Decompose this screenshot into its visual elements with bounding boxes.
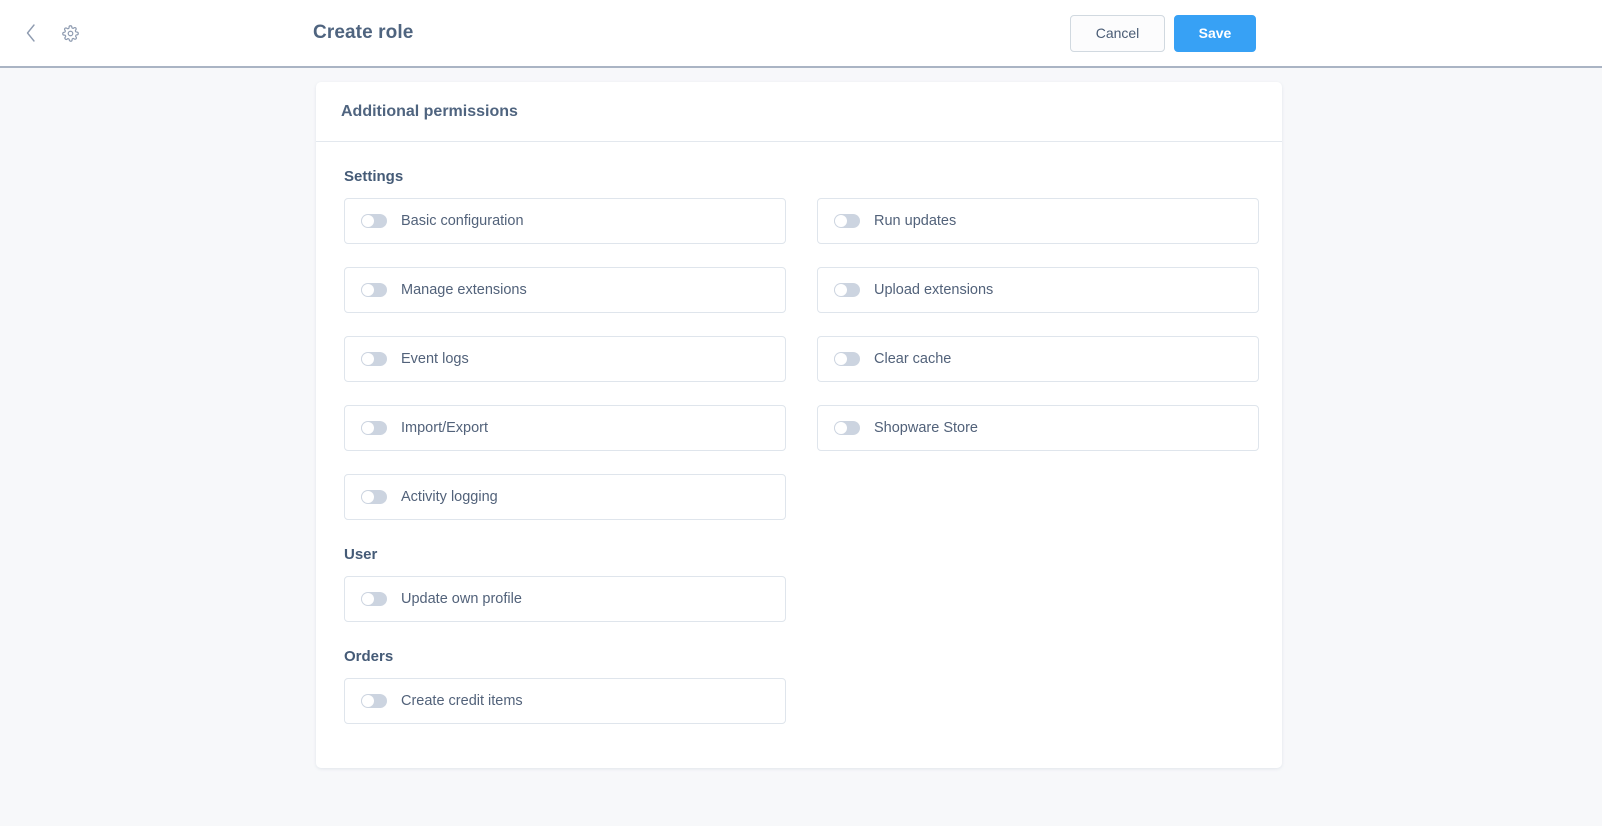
permission-label: Clear cache: [874, 351, 952, 367]
toggle-knob: [362, 215, 374, 227]
toggle-switch[interactable]: [361, 283, 387, 297]
permission-label: Update own profile: [401, 591, 522, 607]
permission-item[interactable]: Run updates: [817, 198, 1259, 244]
toggle-switch[interactable]: [834, 352, 860, 366]
permission-item[interactable]: Import/Export: [344, 405, 786, 451]
permission-item[interactable]: Update own profile: [344, 576, 786, 622]
toggle-knob: [362, 422, 374, 434]
permission-grid: Basic configuration Run updates Manage ext…: [344, 198, 1259, 520]
permission-item[interactable]: Shopware Store: [817, 405, 1259, 451]
cancel-button[interactable]: Cancel: [1070, 14, 1165, 52]
permission-item[interactable]: Event logs: [344, 336, 786, 382]
permission-label: Event logs: [401, 351, 469, 367]
toggle-switch[interactable]: [834, 421, 860, 435]
toggle-knob: [362, 284, 374, 296]
chevron-left-icon[interactable]: [18, 20, 44, 46]
section-title: Settings: [344, 168, 404, 185]
header-left-icons: [18, 0, 83, 66]
gear-icon[interactable]: [57, 20, 83, 46]
section-title: Orders: [344, 648, 394, 665]
permission-section: User Update own profile: [344, 546, 1257, 622]
permission-label: Upload extensions: [874, 282, 994, 298]
toggle-knob: [362, 593, 374, 605]
permission-label: Manage extensions: [401, 282, 527, 298]
permission-label: Create credit items: [401, 693, 523, 709]
permission-item[interactable]: Activity logging: [344, 474, 786, 520]
toggle-switch[interactable]: [361, 421, 387, 435]
permission-label: Run updates: [874, 213, 957, 229]
permission-item[interactable]: Manage extensions: [344, 267, 786, 313]
permission-label: Activity logging: [401, 489, 498, 505]
toggle-switch[interactable]: [361, 694, 387, 708]
toggle-switch[interactable]: [361, 592, 387, 606]
permission-label: Basic configuration: [401, 213, 524, 229]
toggle-switch[interactable]: [361, 490, 387, 504]
permission-item[interactable]: Upload extensions: [817, 267, 1259, 313]
permission-label: Shopware Store: [874, 420, 978, 436]
top-header-bar: Create role Cancel Save: [0, 0, 1602, 68]
permission-item[interactable]: Clear cache: [817, 336, 1259, 382]
toggle-knob: [362, 491, 374, 503]
page-title: Create role: [313, 22, 414, 43]
permission-label: Import/Export: [401, 420, 489, 436]
section-title: User: [344, 546, 378, 563]
permission-section: Settings Basic configuration Run updates Ma…: [344, 168, 1259, 520]
toggle-knob: [362, 353, 374, 365]
permission-item[interactable]: Basic configuration: [344, 198, 786, 244]
header-action-buttons: Cancel Save: [1070, 0, 1256, 66]
permission-grid: Create credit items: [344, 678, 1257, 724]
card-body: Settings Basic configuration Run updates Ma…: [316, 142, 1282, 768]
toggle-switch[interactable]: [834, 283, 860, 297]
toggle-knob: [835, 284, 847, 296]
toggle-switch[interactable]: [361, 214, 387, 228]
card-title: Additional permissions: [341, 102, 518, 120]
toggle-switch[interactable]: [834, 214, 860, 228]
content-area: Additional permissions Settings Basic con…: [0, 68, 1602, 826]
toggle-knob: [835, 215, 847, 227]
toggle-knob: [835, 422, 847, 434]
save-button[interactable]: Save: [1174, 14, 1256, 52]
permission-section: Orders Create credit items: [344, 648, 1257, 724]
permission-grid: Update own profile: [344, 576, 1257, 622]
toggle-knob: [835, 353, 847, 365]
permission-item[interactable]: Create credit items: [344, 678, 786, 724]
toggle-switch[interactable]: [361, 352, 387, 366]
toggle-knob: [362, 695, 374, 707]
card-header: Additional permissions: [316, 82, 1282, 142]
additional-permissions-card: Additional permissions Settings Basic con…: [316, 82, 1282, 768]
